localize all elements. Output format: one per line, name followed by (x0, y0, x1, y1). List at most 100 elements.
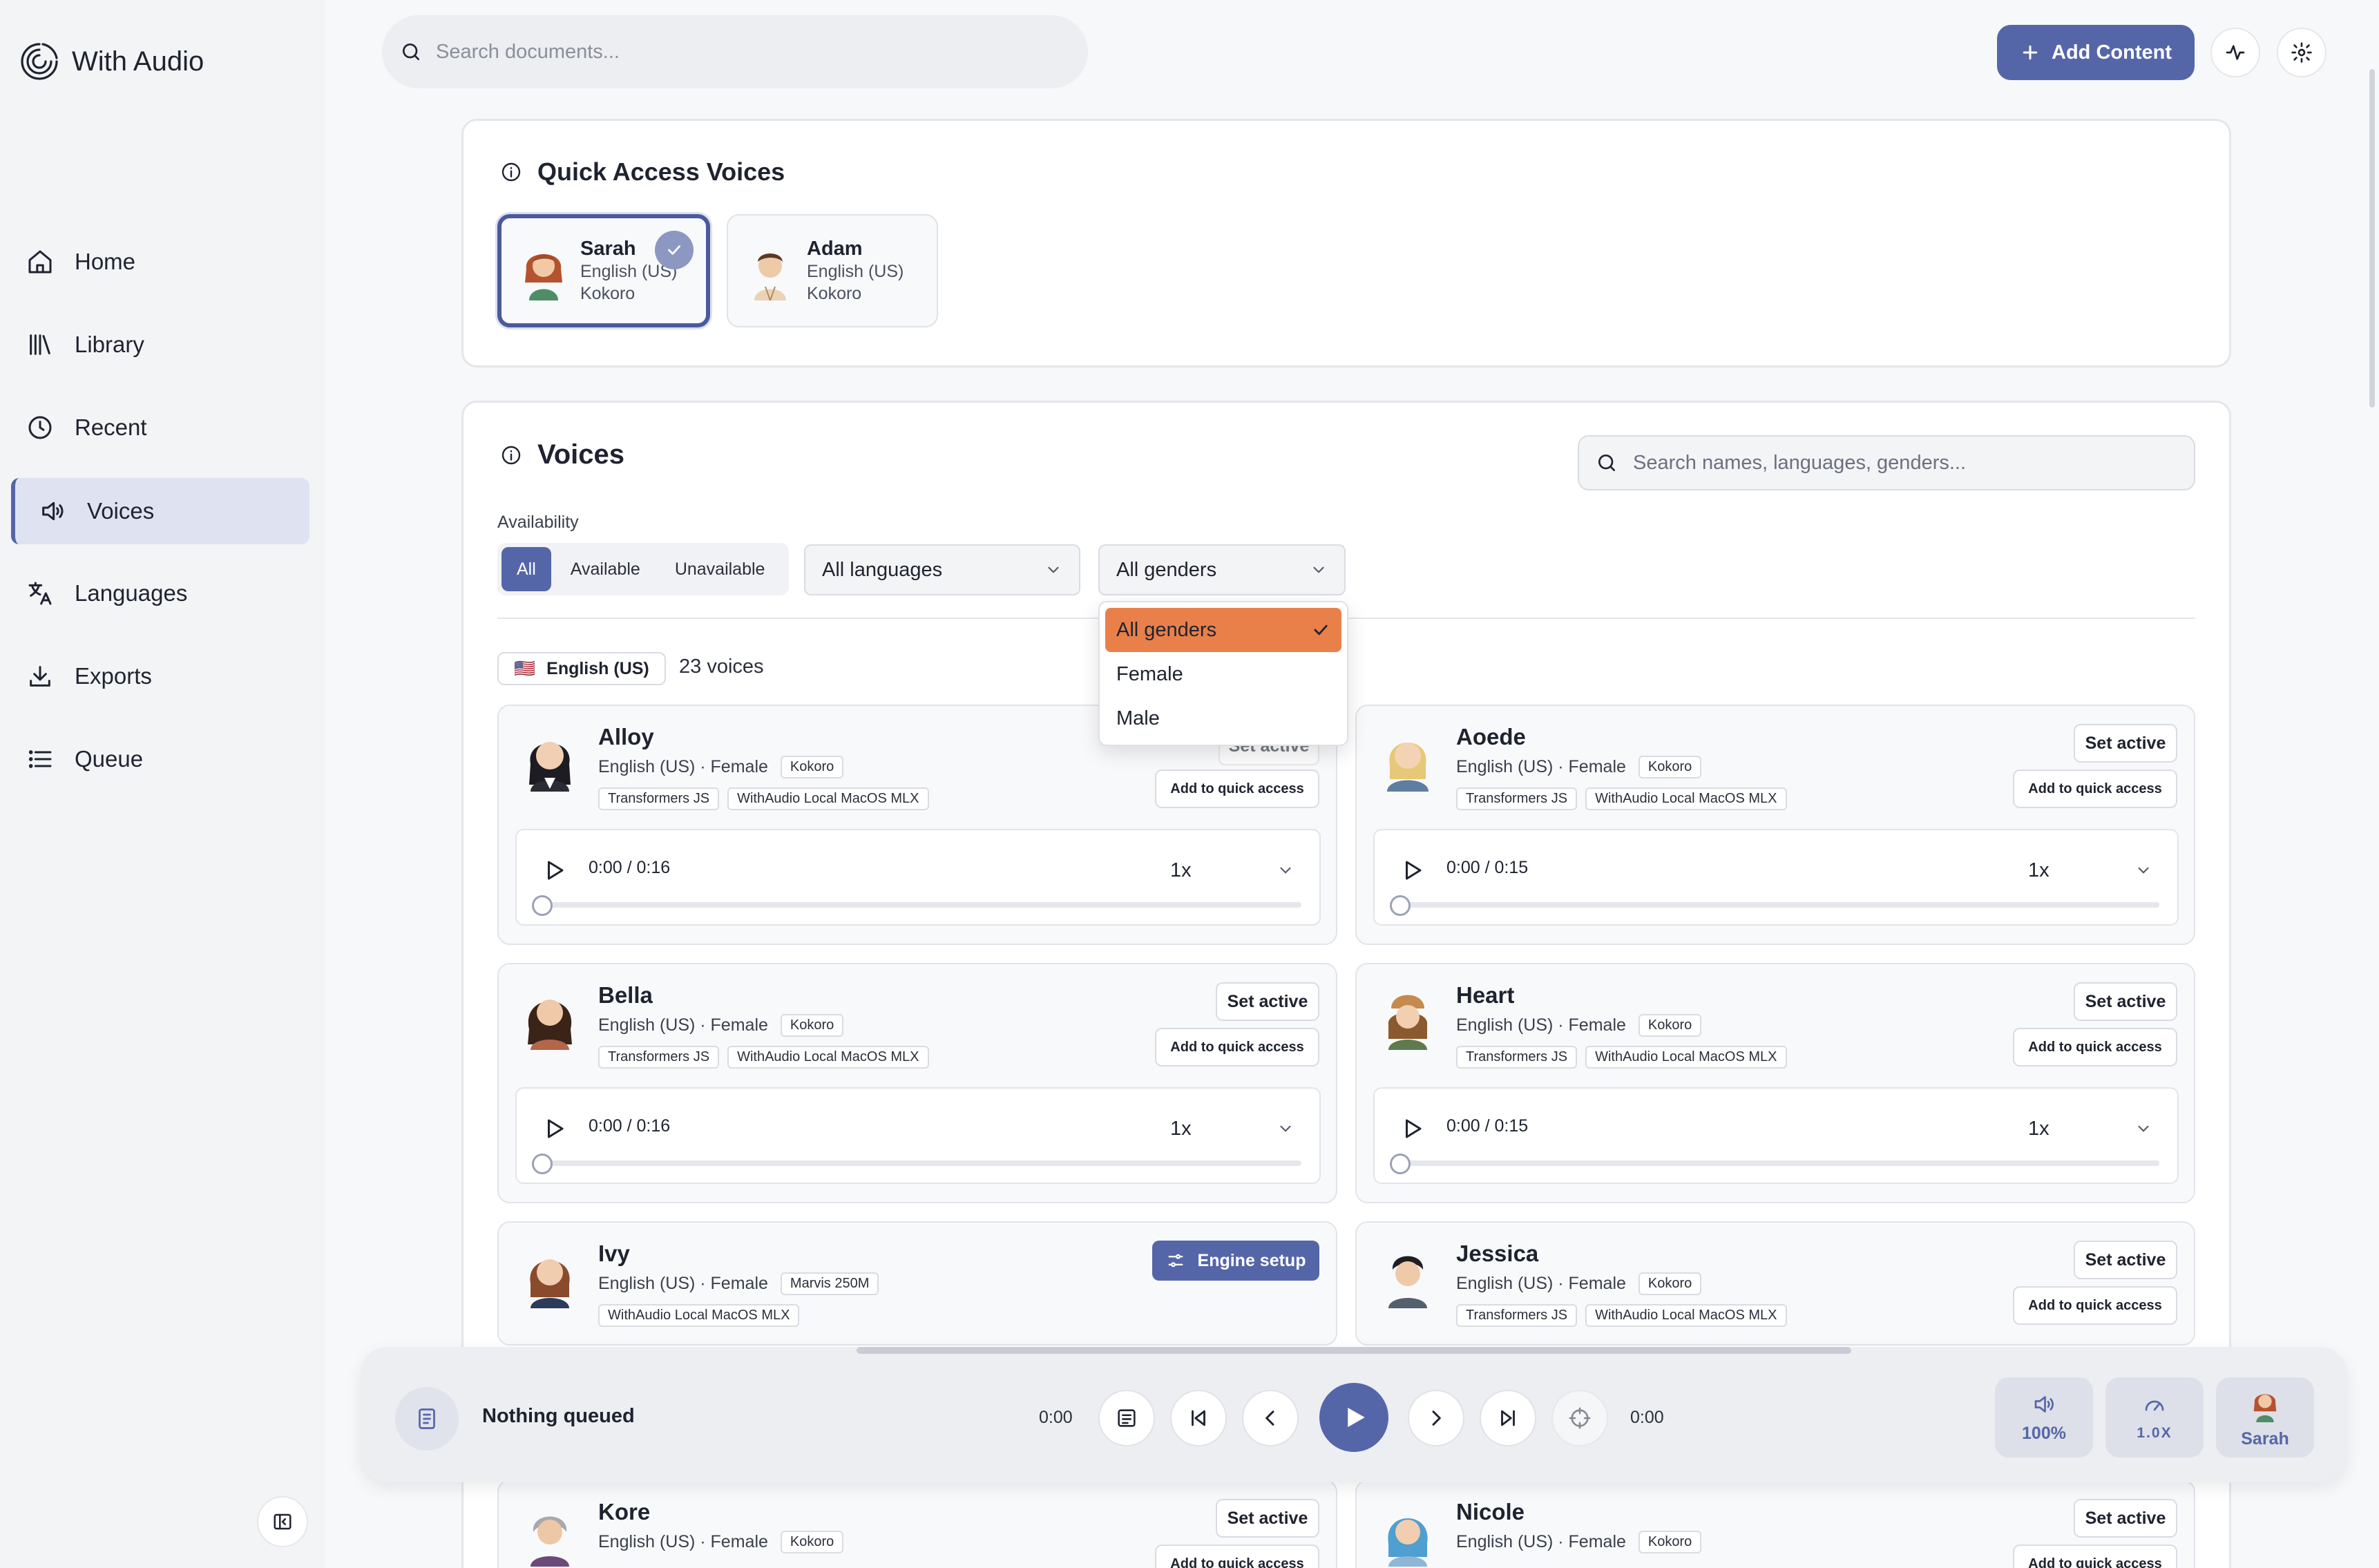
language-select[interactable]: All languages (804, 544, 1080, 595)
previous-button[interactable] (1242, 1390, 1299, 1446)
set-active-button[interactable]: Set active (2074, 724, 2177, 763)
set-active-button[interactable]: Set active (1216, 1499, 1319, 1538)
voice-language-gender: English (US) · Female (1456, 1015, 1626, 1035)
option-label: Female (1116, 662, 1183, 685)
sidebar-item-exports[interactable]: Exports (11, 643, 309, 709)
play-icon[interactable] (1399, 1116, 1424, 1141)
info-icon[interactable] (500, 161, 522, 183)
avatar (1373, 1498, 1442, 1567)
engine-tag: Kokoro (780, 756, 844, 778)
voice-engine: Kokoro (807, 283, 862, 303)
gender-option-male[interactable]: Male (1105, 696, 1341, 740)
add-to-quick-access-button[interactable]: Add to quick access (1155, 1028, 1319, 1067)
transcript-button[interactable] (1098, 1390, 1155, 1446)
volume-control[interactable]: 100% (1995, 1377, 2093, 1457)
playback-rate-select[interactable]: 1x (1170, 851, 1294, 890)
add-to-quick-access-button[interactable]: Add to quick access (2013, 1028, 2177, 1067)
list-icon (26, 745, 54, 773)
page-scrollbar[interactable] (2369, 69, 2375, 408)
home-icon (26, 248, 54, 276)
add-to-quick-access-button[interactable]: Add to quick access (2013, 1545, 2177, 1568)
active-voice-control[interactable]: Sarah (2216, 1377, 2314, 1457)
engine-tag: Kokoro (780, 1531, 844, 1553)
activity-button[interactable] (2210, 28, 2260, 77)
voice-meta: English (US) · Female Kokoro (1456, 1014, 1702, 1037)
sidebar-item-queue[interactable]: Queue (11, 726, 309, 792)
gender-option-female[interactable]: Female (1105, 652, 1341, 696)
volume-value: 100% (2022, 1423, 2066, 1443)
voice-name: Adam (807, 237, 863, 260)
voice-language-gender: English (US) · Female (598, 1274, 768, 1293)
document-search[interactable]: Search documents... (382, 15, 1088, 88)
collapse-sidebar-button[interactable] (257, 1496, 308, 1547)
voice-language: English (US) (807, 261, 904, 281)
avatar (515, 1239, 584, 1308)
playback-rate-select[interactable]: 1x (2028, 1109, 2152, 1148)
set-active-button[interactable]: Set active (2074, 982, 2177, 1021)
progress-handle[interactable] (1390, 1154, 1411, 1174)
filter-available[interactable]: Available (555, 547, 656, 591)
runtime-tags: Transformers JS WithAudio Local MacOS MLX (1456, 787, 1787, 810)
add-to-quick-access-button[interactable]: Add to quick access (2013, 769, 2177, 808)
settings-button[interactable] (2277, 28, 2327, 77)
quick-voice-adam[interactable]: Adam English (US) Kokoro (727, 214, 938, 327)
info-icon[interactable] (500, 444, 522, 466)
filter-all[interactable]: All (501, 547, 551, 591)
set-active-button[interactable]: Set active (1216, 982, 1319, 1021)
voice-meta: English (US) · Female Kokoro (1456, 756, 1702, 778)
brand[interactable]: With Audio (18, 40, 204, 83)
voice-count: 23 voices (679, 656, 764, 678)
progress-track[interactable] (1395, 1160, 2159, 1166)
playback-rate-select[interactable]: 1x (2028, 851, 2152, 890)
horizontal-scrollbar[interactable] (857, 1347, 1851, 1354)
runtime-tag: WithAudio Local MacOS MLX (1585, 1046, 1787, 1069)
rate-value: 1x (1170, 859, 1192, 881)
engine-setup-label: Engine setup (1197, 1250, 1306, 1270)
search-input[interactable]: Search documents... (436, 41, 620, 64)
progress-handle[interactable] (532, 1154, 553, 1174)
sidebar-item-library[interactable]: Library (11, 312, 309, 378)
play-icon[interactable] (542, 858, 566, 883)
progress-handle[interactable] (1390, 895, 1411, 916)
voice-name: Nicole (1456, 1499, 1525, 1524)
voices-search[interactable]: Search names, languages, genders... (1578, 435, 2195, 490)
rate-value: 1x (2028, 859, 2050, 881)
voice-language-gender: English (US) · Female (1456, 1274, 1626, 1293)
add-to-quick-access-button[interactable]: Add to quick access (1155, 769, 1319, 808)
playback-rate-select[interactable]: 1x (1170, 1109, 1294, 1148)
set-active-button[interactable]: Set active (2074, 1499, 2177, 1538)
next-button[interactable] (1408, 1390, 1464, 1446)
add-content-button[interactable]: Add Content (1997, 25, 2195, 80)
sidebar-item-voices[interactable]: Voices (11, 478, 309, 544)
play-icon[interactable] (542, 1116, 566, 1141)
play-button[interactable] (1319, 1383, 1388, 1452)
sidebar-item-home[interactable]: Home (11, 229, 309, 295)
locate-button[interactable] (1551, 1390, 1608, 1446)
progress-track[interactable] (1395, 902, 2159, 908)
speed-value: 1.0X (2137, 1425, 2172, 1441)
engine-setup-button[interactable]: Engine setup (1152, 1241, 1319, 1281)
progress-handle[interactable] (532, 895, 553, 916)
sidebar-item-recent[interactable]: Recent (11, 394, 309, 461)
speaker-icon (39, 497, 66, 525)
add-to-quick-access-button[interactable]: Add to quick access (1155, 1545, 1319, 1568)
skip-back-button[interactable] (1170, 1390, 1227, 1446)
active-voice-name: Sarah (2241, 1428, 2289, 1449)
gender-dropdown-menu: All genders Female Male (1098, 601, 1348, 746)
gender-option-all[interactable]: All genders (1105, 608, 1341, 652)
progress-track[interactable] (537, 1160, 1301, 1166)
sidebar-item-languages[interactable]: Languages (11, 560, 309, 627)
skip-forward-button[interactable] (1480, 1390, 1536, 1446)
search-input[interactable]: Search names, languages, genders... (1633, 452, 1966, 475)
speed-control[interactable]: 1.0X (2105, 1377, 2204, 1457)
progress-track[interactable] (537, 902, 1301, 908)
voice-language-gender: English (US) · Female (1456, 757, 1626, 776)
play-icon[interactable] (1399, 858, 1424, 883)
rate-value: 1x (1170, 1117, 1192, 1140)
gender-select[interactable]: All genders (1098, 544, 1346, 595)
quick-voice-sarah[interactable]: Sarah English (US) Kokoro (497, 214, 710, 327)
chevron-down-icon (1044, 561, 1062, 579)
filter-unavailable[interactable]: Unavailable (660, 547, 781, 591)
set-active-button[interactable]: Set active (2074, 1241, 2177, 1279)
add-to-quick-access-button[interactable]: Add to quick access (2013, 1286, 2177, 1325)
